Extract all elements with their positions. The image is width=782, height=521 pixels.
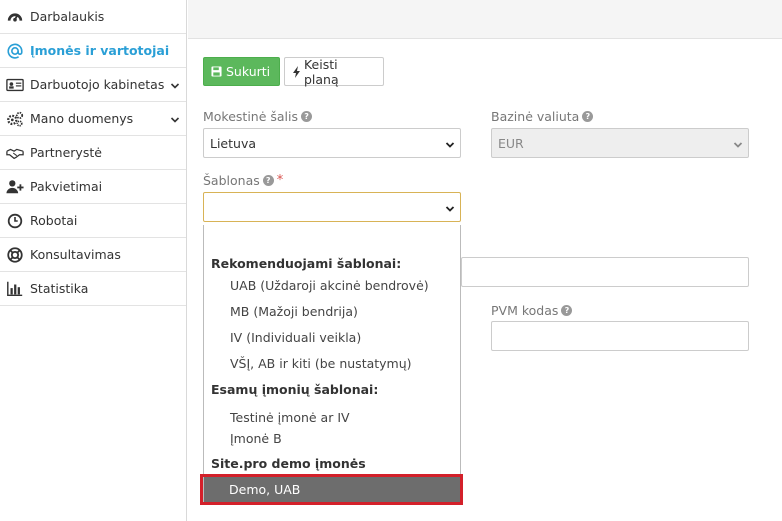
base-currency-label: Bazinė valiuta ? [491, 109, 594, 124]
save-icon [211, 66, 222, 77]
help-icon[interactable]: ? [301, 111, 313, 122]
at-icon [5, 41, 25, 61]
bolt-icon [292, 65, 300, 78]
main-content: Sukurti Keisti planą Mokestinė šalis ? L… [188, 40, 782, 521]
change-plan-button-label: Keisti planą [303, 56, 339, 87]
create-button-label: Sukurti [226, 64, 271, 79]
sidebar-item-darbalaukis[interactable]: Darbalaukis [0, 0, 186, 34]
highlight-box [200, 474, 463, 505]
tax-country-label: Mokestinė šalis ? [203, 109, 313, 124]
dropdown-option[interactable]: VŠĮ, AB ir kiti (be nustatymų) [230, 356, 412, 371]
sidebar-item-label: Statistika [30, 281, 89, 296]
clock-icon [5, 211, 25, 231]
bar-chart-icon [5, 279, 25, 299]
create-button[interactable]: Sukurti [203, 57, 280, 86]
vat-code-label: PVM kodas ? [491, 303, 573, 318]
sidebar-item-darbuotojo-kabinetas[interactable]: Darbuotojo kabinetas [0, 68, 186, 102]
sidebar-item-label: Darbalaukis [30, 9, 105, 24]
sidebar-item-label: Darbuotojo kabinetas [30, 77, 165, 92]
dropdown-option[interactable]: Testinė įmonė ar IV [230, 410, 350, 425]
help-icon[interactable]: ? [561, 305, 573, 316]
sidebar-item-partneryste[interactable]: Partnerystė [0, 136, 186, 170]
gears-icon [5, 109, 25, 129]
chevron-down-icon [170, 114, 180, 124]
dashboard-icon [5, 7, 25, 27]
option-group-label: Rekomenduojami šablonai: [211, 256, 402, 271]
lifebuoy-icon [5, 245, 25, 265]
sidebar-item-label: Mano duomenys [30, 111, 134, 126]
help-icon[interactable]: ? [582, 111, 594, 122]
required-marker: * [276, 173, 284, 188]
handshake-icon [5, 143, 25, 163]
tax-country-select[interactable]: Lietuva [203, 128, 461, 158]
tax-country-value: Lietuva [210, 135, 257, 151]
sidebar: Darbalaukis Įmonės ir vartotojai Darbuot… [0, 0, 187, 521]
sidebar-item-mano-duomenys[interactable]: Mano duomenys [0, 102, 186, 136]
text-input[interactable] [461, 257, 749, 287]
sidebar-item-label: Konsultavimas [30, 247, 121, 262]
dropdown-option[interactable]: UAB (Uždaroji akcinė bendrovė) [230, 278, 429, 293]
option-group-label: Site.pro demo įmonės [211, 456, 366, 471]
user-plus-icon [5, 177, 25, 197]
sidebar-item-pakvietimai[interactable]: Pakvietimai [0, 170, 186, 204]
base-currency-value: EUR [498, 135, 524, 151]
chevron-down-icon [170, 80, 180, 90]
template-label: Šablonas ? * [203, 173, 284, 188]
base-currency-select: EUR [491, 128, 749, 158]
chevron-down-icon [733, 138, 743, 148]
top-bar [188, 0, 782, 39]
sidebar-item-label: Partnerystė [30, 145, 102, 160]
sidebar-item-label: Pakvietimai [30, 179, 103, 194]
vat-code-input[interactable] [491, 321, 749, 351]
id-card-icon [5, 75, 25, 95]
dropdown-option[interactable]: MB (Mažoji bendrija) [230, 304, 358, 319]
sidebar-item-robotai[interactable]: Robotai [0, 204, 186, 238]
sidebar-item-statistika[interactable]: Statistika [0, 272, 186, 306]
dropdown-option[interactable]: Įmonė B [230, 431, 282, 446]
chevron-down-icon [445, 138, 455, 148]
help-icon[interactable]: ? [262, 175, 274, 186]
change-plan-button[interactable]: Keisti planą [284, 56, 384, 87]
chevron-down-icon [445, 202, 455, 212]
option-group-label: Esamų įmonių šablonai: [211, 382, 379, 397]
template-select[interactable] [203, 192, 461, 222]
template-dropdown-list: Rekomenduojami šablonai: UAB (Uždaroji a… [203, 225, 461, 505]
sidebar-item-imones-ir-vartotojai[interactable]: Įmonės ir vartotojai [0, 34, 186, 68]
dropdown-option[interactable]: IV (Individuali veikla) [230, 330, 361, 345]
sidebar-item-label: Robotai [30, 213, 78, 228]
sidebar-item-label: Įmonės ir vartotojai [30, 43, 170, 58]
sidebar-item-konsultavimas[interactable]: Konsultavimas [0, 238, 186, 272]
